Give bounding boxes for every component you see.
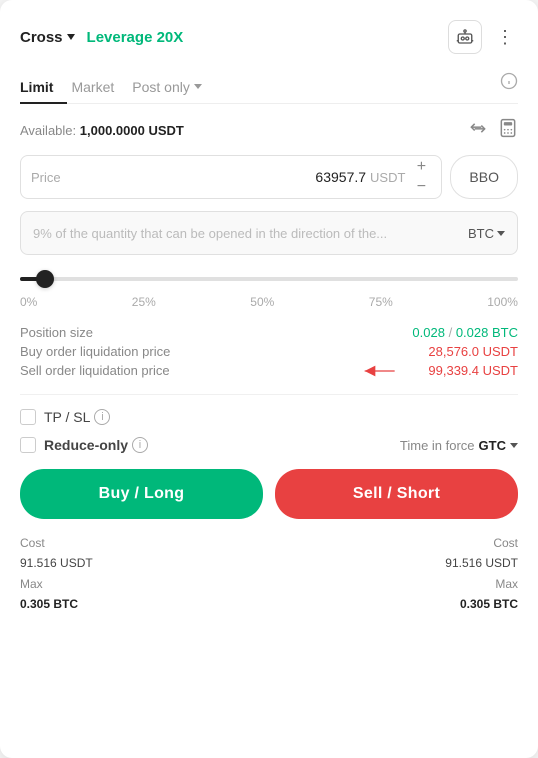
sell-cost-label: Cost 91.516 USDT: [445, 533, 518, 574]
buy-liq-value: 28,576.0 USDT: [428, 344, 518, 359]
quantity-unit-selector[interactable]: BTC: [468, 226, 505, 241]
slider-labels: 0% 25% 50% 75% 100%: [20, 295, 518, 309]
price-value[interactable]: 63957.7: [71, 169, 366, 185]
leverage-label: Leverage 20X: [87, 29, 184, 46]
options-section: TP / SL i Reduce-only i Time in force GT…: [20, 394, 518, 453]
reduce-only-row: Reduce-only i Time in force GTC: [20, 437, 518, 453]
buy-liq-row: Buy order liquidation price 28,576.0 USD…: [20, 344, 518, 359]
slider-label-25: 25%: [132, 295, 156, 309]
slider-track-wrapper: [20, 269, 518, 289]
action-buttons: Buy / Long Sell / Short: [20, 469, 518, 519]
tp-sl-label: TP / SL i: [44, 409, 110, 425]
slider-label-0: 0%: [20, 295, 37, 309]
header-right: ⋮: [448, 20, 518, 54]
available-text: Available: 1,000.0000 USDT: [20, 123, 184, 138]
more-menu-button[interactable]: ⋮: [492, 23, 518, 52]
buy-cost-col: Cost 91.516 USDT Max 0.305 BTC: [20, 533, 93, 615]
sell-cost-col: Cost 91.516 USDT Max 0.305 BTC: [445, 533, 518, 615]
header-left: Cross Leverage 20X: [20, 29, 183, 46]
reduce-only-checkbox[interactable]: [20, 437, 36, 453]
tab-post-only[interactable]: Post only: [132, 73, 216, 103]
sell-liq-row: Sell order liquidation price 99,339.4 US…: [20, 363, 518, 378]
tp-sl-checkbox[interactable]: [20, 409, 36, 425]
leverage-button[interactable]: Leverage 20X: [87, 29, 184, 46]
sell-short-button[interactable]: Sell / Short: [275, 469, 518, 519]
price-input-box: Price 63957.7 USDT + −: [20, 155, 442, 199]
price-decrement-button[interactable]: −: [411, 178, 431, 196]
tab-limit[interactable]: Limit: [20, 73, 67, 103]
cross-button[interactable]: Cross: [20, 29, 75, 46]
position-info: Position size 0.028 / 0.028 BTC Buy orde…: [20, 325, 518, 378]
slider-section: 0% 25% 50% 75% 100%: [20, 269, 518, 309]
price-increment-button[interactable]: +: [411, 158, 431, 176]
robot-icon: [456, 28, 474, 46]
price-unit: USDT: [370, 170, 405, 185]
tp-sl-row: TP / SL i: [20, 409, 518, 425]
post-only-caret-icon: [194, 84, 202, 89]
position-size-label: Position size: [20, 325, 93, 340]
reduce-only-label: Reduce-only i: [44, 437, 148, 453]
sell-liq-value: 99,339.4 USDT: [428, 363, 518, 378]
sell-liq-label: Sell order liquidation price: [20, 363, 170, 378]
price-label: Price: [31, 170, 71, 185]
slider-label-50: 50%: [250, 295, 274, 309]
tp-sl-info-icon[interactable]: i: [94, 409, 110, 425]
bbo-button[interactable]: BBO: [450, 155, 518, 199]
buy-cost-label: Cost 91.516 USDT: [20, 533, 93, 574]
position-size-value: 0.028 / 0.028 BTC: [412, 325, 518, 340]
buy-max-label: Max 0.305 BTC: [20, 574, 93, 615]
available-icons: [468, 118, 518, 143]
reduce-only-info-icon[interactable]: i: [132, 437, 148, 453]
buy-long-button[interactable]: Buy / Long: [20, 469, 263, 519]
slider-label-100: 100%: [487, 295, 518, 309]
position-size-row: Position size 0.028 / 0.028 BTC: [20, 325, 518, 340]
calculator-icon[interactable]: [498, 118, 518, 143]
cross-label: Cross: [20, 29, 63, 46]
time-in-force-selector[interactable]: Time in force GTC: [400, 438, 518, 453]
quantity-row: 9% of the quantity that can be opened in…: [20, 211, 518, 255]
cross-caret-icon: [67, 34, 75, 40]
quantity-hint: 9% of the quantity that can be opened in…: [33, 226, 468, 241]
slider-thumb[interactable]: [36, 270, 54, 288]
sell-max-label: Max 0.305 BTC: [445, 574, 518, 615]
red-arrow-annotation: [358, 361, 398, 381]
quantity-unit-caret-icon: [497, 231, 505, 236]
header: Cross Leverage 20X ⋮: [20, 20, 518, 54]
trading-panel: Cross Leverage 20X ⋮: [0, 0, 538, 758]
quantity-input-box[interactable]: 9% of the quantity that can be opened in…: [20, 211, 518, 255]
price-stepper: + −: [411, 158, 431, 196]
order-type-tabs: Limit Market Post only: [20, 72, 518, 104]
robot-button[interactable]: [448, 20, 482, 54]
cost-section: Cost 91.516 USDT Max 0.305 BTC Cost 91.5…: [20, 533, 518, 615]
tab-info-icon[interactable]: [500, 72, 518, 103]
slider-track: [20, 277, 518, 281]
slider-label-75: 75%: [369, 295, 393, 309]
available-row: Available: 1,000.0000 USDT: [20, 118, 518, 143]
tab-market[interactable]: Market: [71, 73, 128, 103]
buy-liq-label: Buy order liquidation price: [20, 344, 170, 359]
transfer-icon[interactable]: [468, 118, 488, 143]
time-force-caret-icon: [510, 443, 518, 448]
price-row: Price 63957.7 USDT + − BBO: [20, 155, 518, 199]
